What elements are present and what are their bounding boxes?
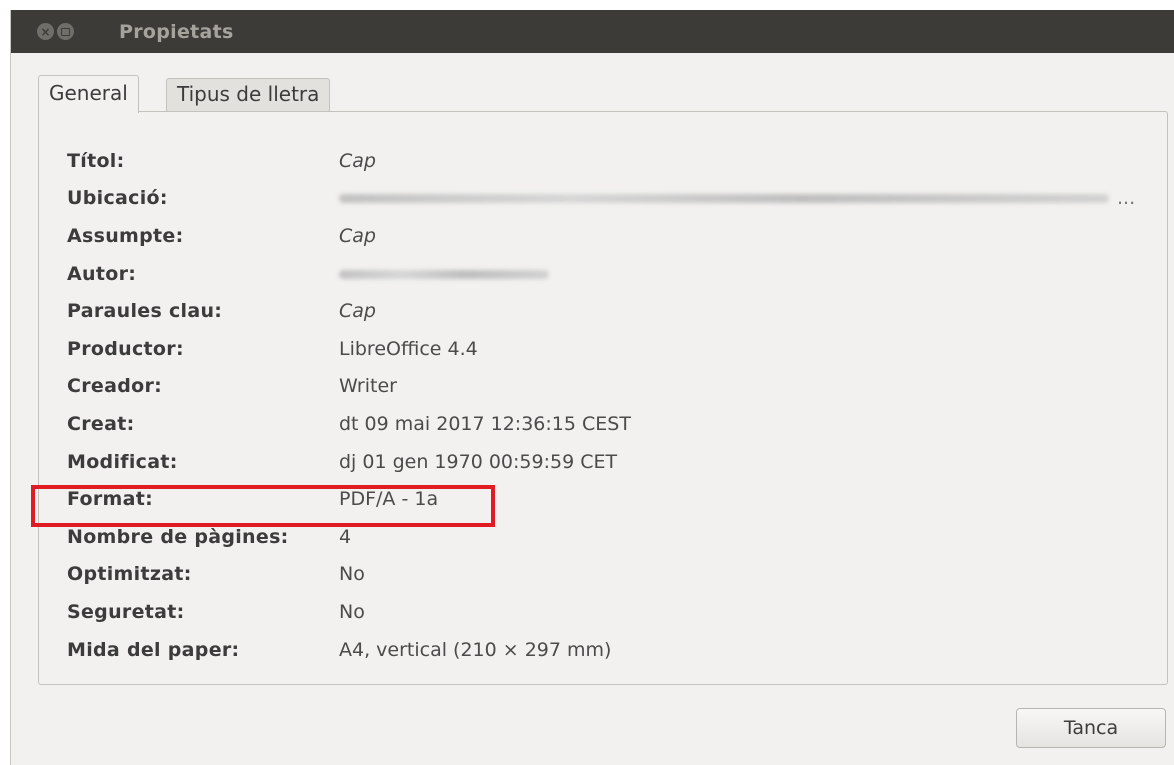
property-value: Cap: [339, 300, 376, 323]
property-value: No: [339, 600, 365, 623]
property-row-security: Seguretat: No: [67, 593, 1135, 631]
property-label: Títol:: [67, 149, 125, 172]
close-button[interactable]: Tanca: [1016, 708, 1166, 748]
property-row-author: Autor:: [67, 255, 1135, 293]
property-value: Cap: [339, 149, 376, 172]
property-value: dt 09 mai 2017 12:36:15 CEST: [339, 412, 631, 435]
location-ellipsis: ...: [1117, 187, 1136, 210]
property-row-subject: Assumpte: Cap: [67, 217, 1135, 255]
property-label: Optimitzat:: [67, 563, 192, 586]
property-value: [339, 263, 549, 285]
property-label: Productor:: [67, 337, 184, 360]
minimize-window-icon[interactable]: [57, 23, 74, 40]
property-row-created: Creat: dt 09 mai 2017 12:36:15 CEST: [67, 405, 1135, 443]
property-label: Creador:: [67, 375, 163, 398]
format-highlight-box: [31, 485, 495, 527]
property-label: Seguretat:: [67, 600, 185, 623]
property-row-modified: Modificat: dj 01 gen 1970 00:59:59 CET: [67, 443, 1135, 481]
property-value: 4: [339, 525, 352, 548]
redacted-author: [339, 269, 549, 279]
properties-dialog: × Propietats General Tipus de lletra Tít…: [10, 10, 1174, 765]
property-value: dj 01 gen 1970 00:59:59 CET: [339, 450, 618, 473]
property-row-optimized: Optimitzat: No: [67, 556, 1135, 594]
property-label: Ubicació:: [67, 187, 168, 210]
property-row-creator: Creador: Writer: [67, 368, 1135, 406]
property-label: Mida del paper:: [67, 638, 240, 661]
property-label: Paraules clau:: [67, 300, 223, 323]
close-window-icon[interactable]: ×: [37, 23, 54, 40]
redacted-location: [339, 194, 1109, 204]
tab-general[interactable]: General: [38, 75, 139, 113]
property-label: Creat:: [67, 412, 135, 435]
property-value: Writer: [339, 375, 397, 398]
property-row-producer: Productor: LibreOffice 4.4: [67, 330, 1135, 368]
property-row-paper-size: Mida del paper: A4, vertical (210 × 297 …: [67, 631, 1135, 669]
property-label: Assumpte:: [67, 224, 184, 247]
window-title: Propietats: [119, 21, 234, 43]
property-label: Autor:: [67, 262, 137, 285]
property-label: Modificat:: [67, 450, 178, 473]
property-label: Nombre de pàgines:: [67, 525, 289, 548]
property-value: No: [339, 563, 365, 586]
property-value: LibreOffice 4.4: [339, 337, 478, 360]
title-bar: × Propietats: [11, 10, 1174, 53]
property-row-location: Ubicació: ...: [67, 180, 1135, 218]
property-value: A4, vertical (210 × 297 mm): [339, 638, 612, 661]
general-panel: Títol: Cap Ubicació: ... Assumpte: Cap A…: [38, 111, 1168, 685]
property-row-keywords: Paraules clau: Cap: [67, 292, 1135, 330]
tab-fonts[interactable]: Tipus de lletra: [166, 78, 331, 111]
property-value: Cap: [339, 224, 376, 247]
property-value: ...: [339, 187, 1135, 209]
properties-list: Títol: Cap Ubicació: ... Assumpte: Cap A…: [67, 142, 1135, 668]
property-row-title: Títol: Cap: [67, 142, 1135, 180]
